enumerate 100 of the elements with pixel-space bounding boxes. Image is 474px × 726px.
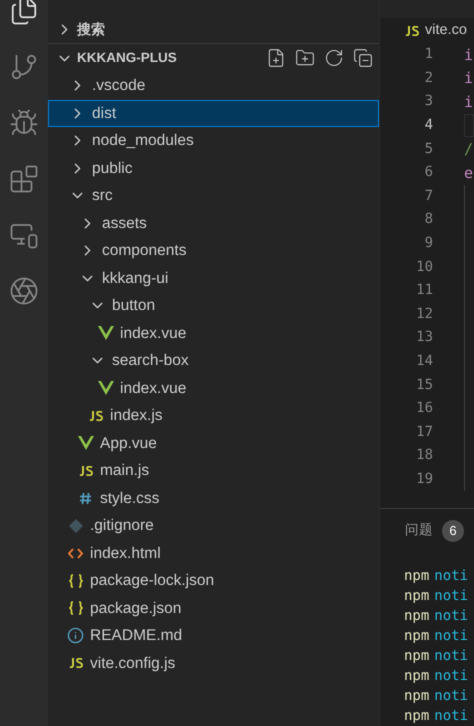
- item-label: dist: [92, 104, 116, 124]
- vue-icon: [78, 436, 94, 450]
- line-number: 12: [415, 304, 433, 324]
- collapse-all-icon[interactable]: [353, 48, 373, 68]
- project-title: KKKANG-PLUS: [77, 48, 178, 67]
- terminal-text: noti: [434, 686, 468, 706]
- terminal-command: npm: [404, 606, 430, 626]
- terminal-command: npm: [404, 666, 430, 686]
- code-text: i: [464, 68, 474, 90]
- terminal-command: npm: [404, 626, 430, 646]
- new-file-icon[interactable]: [266, 48, 286, 68]
- file-item[interactable]: index.js: [48, 402, 379, 430]
- folder-item[interactable]: public: [48, 154, 379, 182]
- terminal-text: noti: [434, 646, 468, 666]
- line-number: 18: [415, 446, 433, 466]
- terminal-command: npm: [404, 566, 430, 586]
- folder-item[interactable]: dist: [48, 100, 379, 127]
- line-number: 16: [415, 399, 433, 418]
- info-icon: [67, 627, 84, 644]
- line-number: 1: [424, 45, 433, 64]
- code-text: /: [464, 138, 474, 160]
- bug-icon[interactable]: [9, 108, 39, 138]
- line-number: 14: [415, 352, 433, 372]
- item-label: vite.config.js: [90, 654, 176, 674]
- line-number: 9: [424, 234, 433, 254]
- folder-item[interactable]: kkkang-ui: [48, 264, 379, 292]
- folder-item[interactable]: components: [48, 237, 379, 264]
- aperture-icon[interactable]: [9, 276, 39, 306]
- line-number: 10: [415, 258, 433, 277]
- item-label: button: [112, 296, 156, 316]
- folder-item[interactable]: .vscode: [48, 72, 379, 100]
- file-item[interactable]: vite.config.js: [48, 650, 379, 677]
- code-text: i: [464, 92, 474, 113]
- terminal-text: noti: [434, 606, 468, 626]
- vue-icon: [98, 381, 114, 396]
- item-label: search-box: [112, 351, 189, 372]
- file-item[interactable]: package.json: [48, 594, 379, 622]
- line-number: 13: [415, 328, 433, 348]
- vue-icon: [98, 326, 114, 340]
- file-item[interactable]: .gitignore: [48, 512, 379, 540]
- line-number: 4: [424, 116, 433, 136]
- item-label: package.json: [90, 598, 182, 619]
- folder-item[interactable]: node_modules: [48, 127, 379, 154]
- section-title: 搜索: [77, 20, 105, 39]
- item-label: public: [92, 158, 132, 179]
- folder-item[interactable]: assets: [48, 210, 379, 237]
- file-item[interactable]: App.vue: [48, 430, 379, 457]
- folder-item[interactable]: search-box: [48, 347, 379, 374]
- tab-label: vite.co: [425, 20, 467, 40]
- file-item[interactable]: index.html: [48, 540, 379, 567]
- terminal-text: noti: [434, 706, 468, 726]
- blocks-icon[interactable]: [9, 164, 39, 194]
- terminal-command: npm: [404, 686, 430, 706]
- angle-brackets-icon: [68, 548, 83, 559]
- project-header[interactable]: KKKANG-PLUS: [48, 44, 379, 72]
- branch-icon[interactable]: [9, 52, 39, 82]
- line-number: 8: [424, 210, 433, 230]
- code-text: i: [464, 44, 474, 66]
- item-label: index.js: [110, 406, 163, 426]
- file-item[interactable]: style.css: [48, 484, 379, 512]
- refresh-icon[interactable]: [324, 48, 344, 68]
- line-number: 2: [424, 68, 433, 88]
- file-item[interactable]: README.md: [48, 622, 379, 650]
- new-folder-icon[interactable]: [295, 48, 315, 68]
- file-item[interactable]: index.vue: [48, 320, 379, 347]
- item-label: README.md: [90, 626, 182, 646]
- line-number: 17: [415, 422, 433, 442]
- line-number: 7: [424, 186, 433, 206]
- problems-tab[interactable]: 问题 6: [380, 509, 474, 552]
- terminal-text: noti: [434, 586, 468, 606]
- item-label: src: [92, 186, 113, 206]
- search-section-header[interactable]: 搜索: [48, 16, 379, 44]
- item-label: style.css: [100, 488, 160, 509]
- file-item[interactable]: main.js: [48, 457, 379, 484]
- files-icon[interactable]: [9, 0, 39, 26]
- terminal-text: noti: [434, 666, 468, 686]
- file-item[interactable]: package-lock.json: [48, 567, 379, 594]
- line-number: 6: [424, 163, 433, 182]
- item-label: index.vue: [120, 324, 186, 344]
- line-number: 3: [424, 92, 433, 112]
- terminal-command: npm: [404, 586, 430, 606]
- item-label: main.js: [100, 461, 150, 482]
- hash-icon: [79, 492, 92, 505]
- code-text: e: [464, 162, 474, 184]
- line-number: 19: [415, 470, 433, 489]
- terminal-text: noti: [434, 626, 468, 646]
- terminal-command: npm: [404, 706, 430, 726]
- item-label: .vscode: [92, 76, 146, 96]
- item-label: components: [102, 241, 186, 262]
- item-label: index.vue: [120, 378, 186, 399]
- terminal-command: npm: [404, 646, 430, 666]
- item-label: assets: [102, 214, 147, 234]
- line-number: 5: [424, 140, 433, 159]
- braces-icon: [68, 601, 82, 616]
- folder-item[interactable]: src: [48, 182, 379, 210]
- file-item[interactable]: index.vue: [48, 374, 379, 402]
- folder-item[interactable]: button: [48, 292, 379, 320]
- braces-icon: [68, 574, 82, 588]
- line-number: 15: [415, 376, 433, 395]
- item-label: kkkang-ui: [102, 268, 168, 289]
